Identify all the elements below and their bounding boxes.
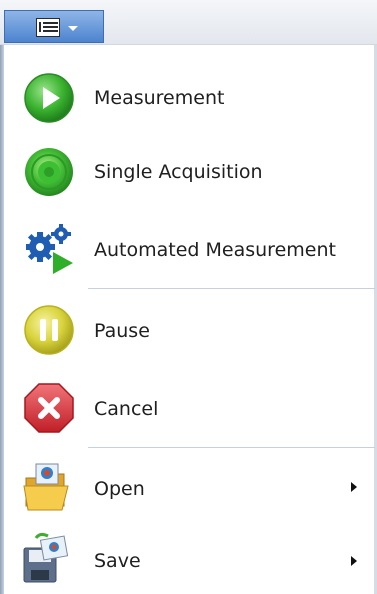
- menu-item-open[interactable]: Open: [4, 460, 374, 516]
- context-menu: Measurement Single Acquisition Automated…: [0, 0, 377, 594]
- menu-item-automated-measurement[interactable]: Automated Measurement: [4, 222, 374, 274]
- menu-item-label: Automated Measurement: [94, 239, 336, 261]
- play-icon: [24, 73, 74, 123]
- menu-separator: [88, 288, 375, 289]
- menu-item-label: Pause: [94, 320, 150, 342]
- record-icon: [25, 148, 73, 196]
- menu-item-single-acquisition[interactable]: Single Acquisition: [4, 146, 374, 198]
- menu-item-label: Save: [94, 550, 141, 572]
- chevron-down-icon: [68, 26, 78, 31]
- menu-toolbar: [0, 0, 377, 45]
- menu-list-icon: [36, 18, 60, 37]
- menu-item-measurement[interactable]: Measurement: [4, 72, 374, 124]
- menu-item-save[interactable]: Save: [4, 532, 374, 588]
- pause-icon: [24, 305, 74, 355]
- gears-play-icon: [26, 224, 73, 274]
- menu-item-pause[interactable]: Pause: [4, 304, 374, 356]
- menu-item-label: Cancel: [94, 398, 159, 420]
- cancel-icon: [24, 383, 74, 433]
- save-icon: [23, 532, 69, 583]
- menu-item-label: Single Acquisition: [94, 161, 263, 183]
- chevron-right-icon: [351, 482, 357, 492]
- menu-item-label: Measurement: [94, 87, 225, 109]
- menu-separator: [88, 447, 375, 448]
- folder-open-icon: [23, 463, 69, 511]
- menu-item-cancel[interactable]: Cancel: [4, 382, 374, 434]
- chevron-right-icon: [351, 556, 357, 566]
- menu-item-label: Open: [94, 478, 145, 500]
- menu-dropdown-button[interactable]: [4, 10, 104, 43]
